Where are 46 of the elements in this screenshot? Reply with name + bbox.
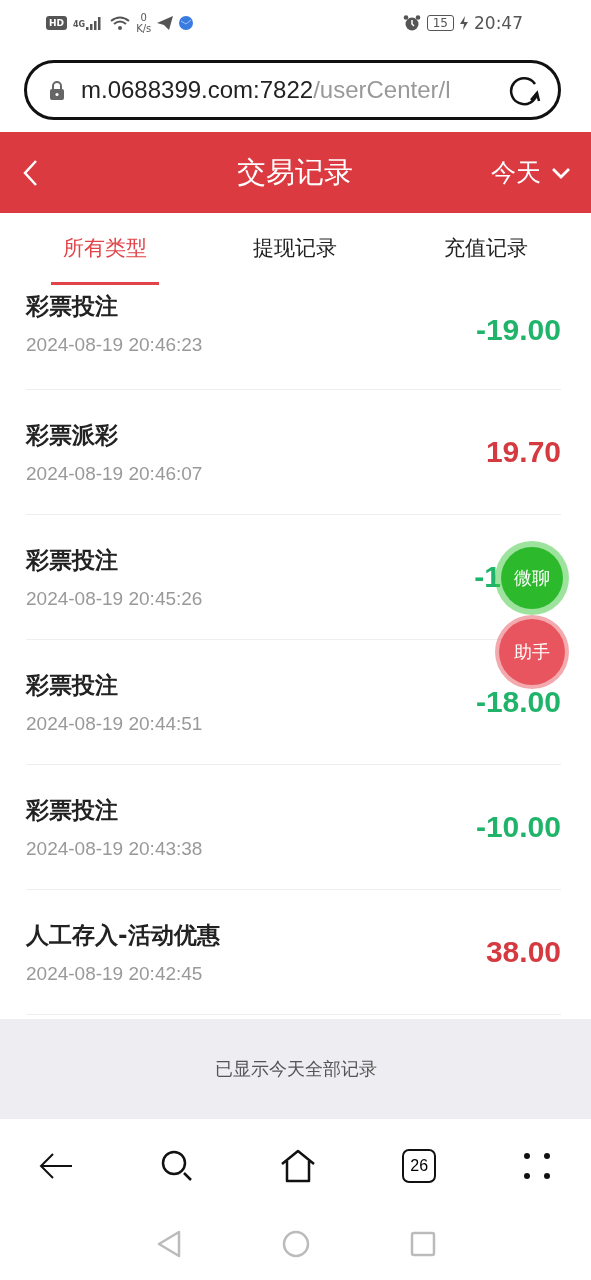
back-arrow-icon[interactable]: [38, 1150, 74, 1181]
clock-time: 20:47: [474, 13, 523, 33]
page-title: 交易记录: [236, 153, 353, 191]
tab[interactable]: 充值记录: [431, 213, 540, 285]
floating-button[interactable]: 助手: [499, 619, 565, 685]
record-amount: -18.00: [475, 685, 561, 719]
record-amount: -10.00: [475, 810, 561, 844]
record-amount: 38.00: [485, 935, 561, 969]
chevron-down-icon: [551, 166, 571, 179]
lock-icon: [49, 80, 65, 100]
speed-unit: K/s: [136, 23, 152, 34]
record-time: 2024-08-19 20:46:07: [26, 462, 203, 485]
tab[interactable]: 提现记录: [241, 213, 350, 285]
url-text: m.0688399.com:7822/userCenter/l: [81, 76, 452, 104]
tab-count-button[interactable]: 26: [402, 1148, 437, 1183]
globe-icon: [179, 16, 194, 30]
alarm-icon: [402, 15, 421, 31]
record-title: 彩票投注: [26, 292, 119, 321]
tab[interactable]: 所有类型: [51, 213, 160, 285]
wifi-icon: [110, 16, 131, 30]
record-time: 2024-08-19 20:46:23: [26, 334, 203, 356]
record-amount: -19.00: [475, 313, 561, 347]
address-bar[interactable]: m.0688399.com:7822/userCenter/l: [24, 60, 561, 120]
more-icon[interactable]: [523, 1151, 551, 1180]
record-title: 彩票派彩: [26, 420, 119, 450]
date-filter[interactable]: 今天: [491, 156, 571, 189]
record-time: 2024-08-19 20:43:38: [26, 837, 203, 860]
speed-value: 0: [140, 12, 147, 23]
network-type: 4G: [73, 20, 86, 29]
record-time: 2024-08-19 20:44:51: [26, 712, 203, 735]
paper-plane-icon: [157, 16, 174, 30]
record-title: 彩票投注: [26, 670, 119, 700]
end-of-list-note: 已显示今天全部记录: [214, 1057, 377, 1081]
record-title: 人工存入-活动优惠: [26, 920, 220, 950]
record-title: 彩票投注: [26, 545, 119, 575]
record-time: 2024-08-19 20:42:45: [26, 962, 204, 985]
record-time: 2024-08-19 20:45:26: [26, 587, 203, 610]
home-icon[interactable]: [279, 1148, 316, 1183]
charging-icon: [460, 16, 468, 30]
search-icon[interactable]: [160, 1149, 193, 1182]
battery-level: 15: [426, 15, 454, 31]
record-title: 彩票投注: [26, 795, 119, 825]
hd-icon: HD: [46, 16, 67, 30]
record-amount: 19.70: [485, 435, 561, 469]
record-amount: -1: [474, 560, 501, 594]
back-icon[interactable]: [22, 158, 38, 187]
